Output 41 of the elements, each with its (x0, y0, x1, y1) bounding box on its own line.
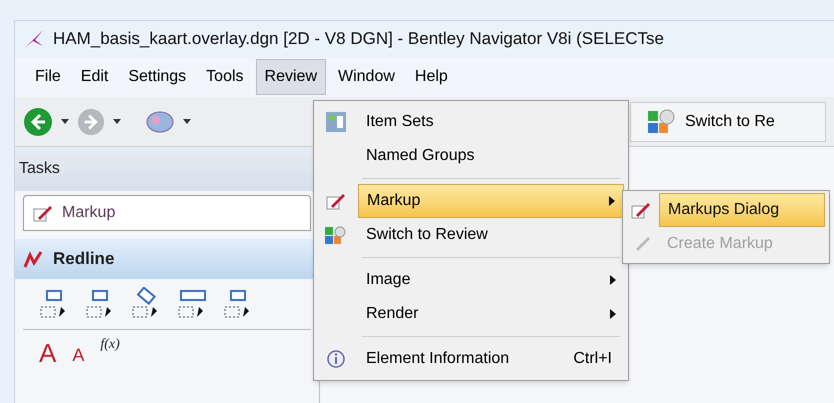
section-title: Redline (53, 248, 114, 270)
window-title: HAM_basis_kaart.overlay.dgn [2D - V8 DGN] - Bentley Navigator V8i (SELECTse (53, 28, 664, 50)
dropdown-value: Markup (62, 203, 116, 223)
menu-item[interactable]: Named Groups (358, 139, 624, 173)
caret-icon (610, 275, 616, 285)
task-dropdown[interactable]: Markup (23, 195, 311, 231)
redline-icon (23, 249, 45, 269)
caret-icon[interactable] (183, 119, 191, 124)
caret-icon[interactable] (113, 119, 121, 124)
cloud-icon[interactable] (145, 108, 175, 134)
menu-item[interactable]: Switch to Review (358, 218, 624, 252)
menu-bar-item[interactable]: Edit (72, 59, 116, 95)
menu-item[interactable]: Markup (358, 184, 624, 218)
pencil-icon (325, 191, 347, 211)
text-tool[interactable]: A (72, 342, 84, 369)
caret-icon (609, 196, 615, 206)
menu-item[interactable]: Render (358, 297, 624, 331)
blocks-icon (647, 108, 677, 136)
info-icon (326, 349, 346, 369)
panel-title: Tasks (19, 159, 60, 179)
menu-bar-item[interactable]: File (27, 59, 69, 95)
menu-bar-item[interactable]: Help (406, 59, 456, 95)
caret-icon (610, 309, 616, 319)
caret-icon[interactable] (61, 119, 69, 124)
menu-bar-item[interactable]: Window (330, 59, 403, 95)
menu-item[interactable]: Markups Dialog (659, 193, 825, 227)
list-icon (325, 111, 347, 133)
shortcut-label: Ctrl+I (573, 349, 612, 369)
text-tool[interactable]: A (39, 334, 56, 373)
menu-bar-item[interactable]: Settings (120, 59, 194, 95)
back-icon[interactable] (23, 106, 53, 136)
menu-bar-item[interactable]: Tools (198, 59, 252, 95)
menu-item[interactable]: Element Information Ctrl+I (358, 342, 624, 376)
menu-bar-item[interactable]: Review (256, 59, 326, 95)
switch-to-review-button[interactable]: Switch to Re (685, 110, 775, 134)
menu-item[interactable]: Image (358, 263, 624, 297)
blocks-icon (324, 225, 348, 245)
pencil-icon (32, 203, 54, 223)
text-tool[interactable]: f(x) (100, 334, 120, 355)
menu-item[interactable]: Item Sets (358, 105, 624, 139)
pencil-icon (630, 200, 652, 220)
